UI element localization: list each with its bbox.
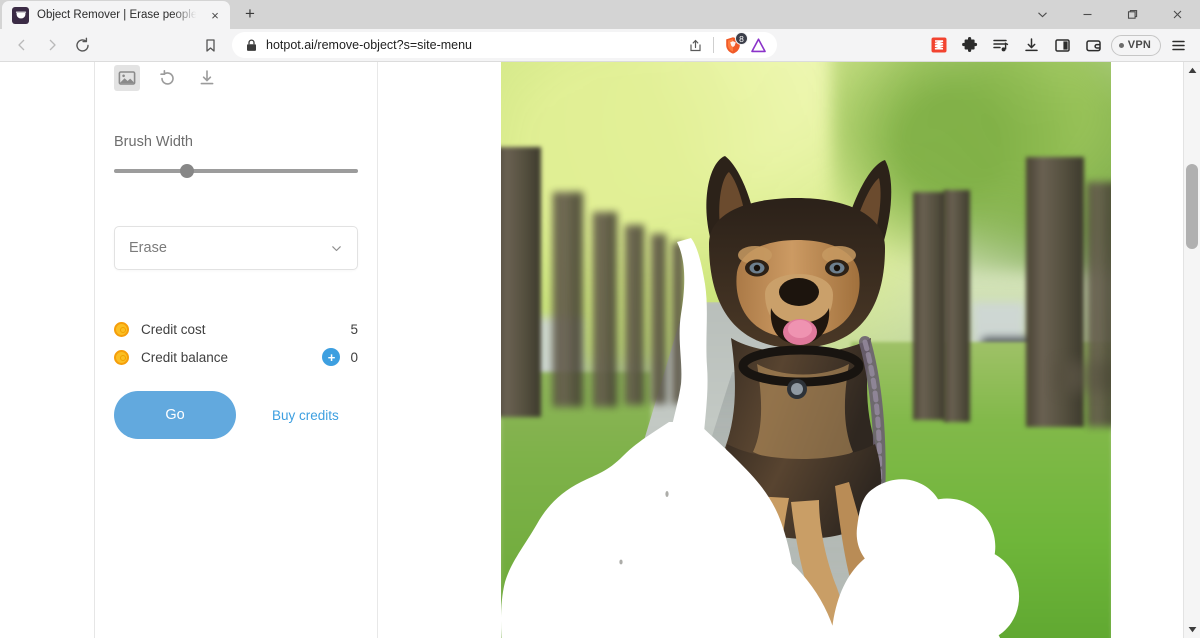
toolbar-divider xyxy=(713,37,714,53)
brush-width-label: Brush Width xyxy=(114,134,193,150)
browser-window: Object Remover | Erase people an × + hot… xyxy=(0,0,1200,638)
editor-control-panel: Brush Width Erase Credit cost 5 Credit b… xyxy=(95,62,378,638)
credit-balance-label: Credit balance xyxy=(141,349,229,365)
hotpot-object-remover-page: Brush Width Erase Credit cost 5 Credit b… xyxy=(0,62,1183,638)
photo-tree-trunk xyxy=(1056,362,1111,392)
photo-tree-trunk xyxy=(500,147,541,417)
minimize-button[interactable] xyxy=(1065,0,1110,29)
scroll-down-arrow-icon[interactable] xyxy=(1184,621,1200,638)
credit-cost-label: Credit cost xyxy=(141,321,206,337)
page-scrollbar[interactable] xyxy=(1183,62,1200,638)
slider-track xyxy=(114,169,358,173)
chevron-down-icon xyxy=(330,242,343,255)
page-viewport: Brush Width Erase Credit cost 5 Credit b… xyxy=(0,62,1200,638)
shields-block-count: 8 xyxy=(735,32,748,45)
photo-tree-trunk xyxy=(624,225,644,405)
page-left-rail xyxy=(0,62,95,638)
credit-balance-value: 0 xyxy=(350,349,358,365)
back-icon[interactable] xyxy=(8,31,36,59)
pocket-extension-icon[interactable] xyxy=(925,31,953,59)
brave-leo-icon[interactable] xyxy=(747,34,769,56)
tab-title: Object Remover | Erase people an xyxy=(37,9,198,21)
vpn-status-dot xyxy=(1118,42,1124,48)
photo-tree-trunk xyxy=(943,190,970,422)
photo-tree-trunk xyxy=(650,234,666,404)
vpn-button[interactable]: VPN xyxy=(1110,34,1161,56)
credit-balance-row: Credit balance + 0 xyxy=(114,346,358,368)
new-tab-button[interactable]: + xyxy=(236,0,264,28)
lock-icon xyxy=(246,38,258,52)
editor-photo[interactable] xyxy=(500,62,1111,638)
go-button[interactable]: Go xyxy=(114,391,236,439)
downloads-icon[interactable] xyxy=(1018,31,1046,59)
photo-dog-subject xyxy=(679,152,929,638)
upload-image-icon[interactable] xyxy=(114,65,140,91)
mode-select-value: Erase xyxy=(129,240,167,256)
image-canvas-area[interactable] xyxy=(378,62,1183,638)
coin-icon xyxy=(114,321,129,337)
navigation-toolbar: hotpot.ai/remove-object?s=site-menu 8 VP… xyxy=(0,29,1200,62)
browser-toolbar-icons: VPN xyxy=(925,31,1192,59)
credits-section: Credit cost 5 Credit balance + 0 xyxy=(114,318,358,368)
forward-icon[interactable] xyxy=(38,31,66,59)
photo-tree-trunk xyxy=(592,212,617,407)
download-icon[interactable] xyxy=(194,65,220,91)
mode-select[interactable]: Erase xyxy=(114,226,358,270)
sidebar-panel-icon[interactable] xyxy=(1049,31,1077,59)
credit-cost-value: 5 xyxy=(350,321,358,337)
wallet-icon[interactable] xyxy=(1080,31,1108,59)
url-text: hotpot.ai/remove-object?s=site-menu xyxy=(266,38,473,52)
slider-thumb[interactable] xyxy=(180,164,195,178)
hamburger-menu-icon[interactable] xyxy=(1164,31,1192,59)
add-credits-button[interactable]: + xyxy=(322,348,341,366)
close-window-button[interactable] xyxy=(1155,0,1200,29)
window-controls xyxy=(1020,0,1200,29)
buy-credits-link[interactable]: Buy credits xyxy=(272,408,339,423)
address-bar[interactable]: hotpot.ai/remove-object?s=site-menu 8 xyxy=(232,32,777,58)
credit-cost-row: Credit cost 5 xyxy=(114,318,358,340)
tab-strip: Object Remover | Erase people an × + xyxy=(0,0,1200,29)
vpn-label: VPN xyxy=(1127,39,1151,51)
editor-tool-row xyxy=(114,62,358,91)
undo-reset-icon[interactable] xyxy=(154,65,180,91)
share-icon[interactable] xyxy=(684,34,706,56)
brush-width-slider[interactable] xyxy=(114,164,358,178)
tab-close-icon[interactable]: × xyxy=(206,6,224,24)
extensions-puzzle-icon[interactable] xyxy=(956,31,984,59)
playlist-icon[interactable] xyxy=(987,31,1015,59)
panel-actions: Go Buy credits xyxy=(114,391,358,439)
bookmark-icon[interactable] xyxy=(196,31,224,59)
scrollbar-track[interactable] xyxy=(1184,79,1200,621)
coin-icon xyxy=(114,349,129,365)
hotpot-logo-icon xyxy=(12,6,29,24)
tab-search-chevron-icon[interactable] xyxy=(1020,0,1065,29)
maximize-button[interactable] xyxy=(1110,0,1155,29)
photo-tree-trunk xyxy=(552,192,583,407)
scroll-up-arrow-icon[interactable] xyxy=(1184,62,1200,79)
browser-tab[interactable]: Object Remover | Erase people an × xyxy=(2,1,230,29)
reload-icon[interactable] xyxy=(68,31,96,59)
scrollbar-thumb[interactable] xyxy=(1186,164,1198,249)
brave-shields-icon[interactable]: 8 xyxy=(721,32,748,57)
